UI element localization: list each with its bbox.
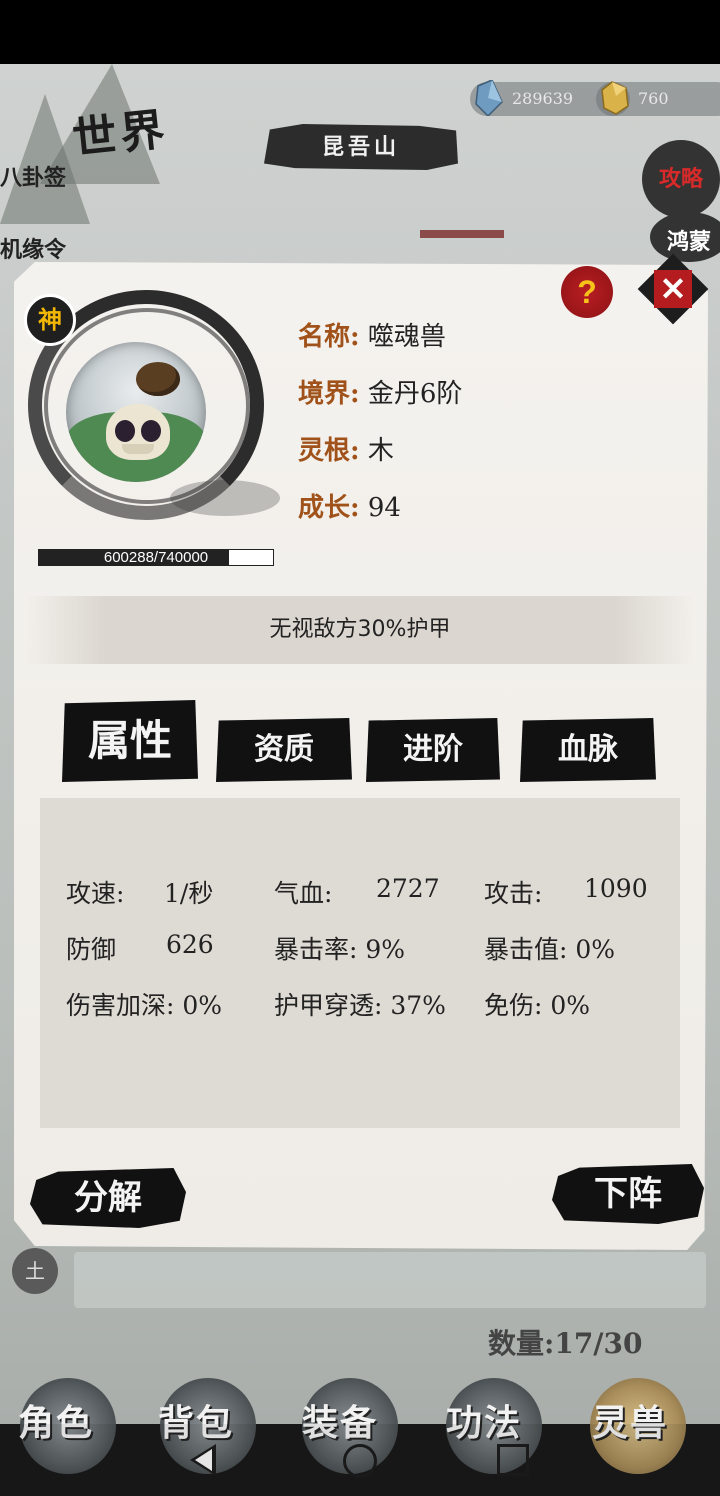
tab-attributes[interactable]: 属性 [62,700,198,782]
hongmeng-button[interactable]: 鸿蒙 [650,212,720,262]
attr-label: 气血: [274,879,333,908]
attr-value: 626 [166,930,214,959]
info-spirit-root: 灵根: 木 [298,430,394,467]
skill-description: 无视敌方30%护甲 [269,617,451,642]
skull-icon [106,404,170,460]
tab-aptitude[interactable]: 资质 [216,718,352,782]
attr-label: 防御 [66,935,117,964]
banner-decoration [420,230,504,238]
attr-label: 攻速: [66,879,125,908]
info-growth: 成长: 94 [298,487,401,524]
back-icon[interactable] [190,1444,216,1476]
tier-badge: 神 [24,294,76,346]
pet-avatar [66,342,206,482]
attr-label: 攻击: [484,879,543,908]
crystal-count: 289639 [512,89,574,108]
pot-icon [136,362,180,396]
gold-count: 760 [638,89,669,108]
gold-ingot-icon [601,81,629,115]
help-button[interactable]: ? [561,266,613,318]
decompose-button[interactable]: 分解 [30,1168,186,1228]
home-icon[interactable] [343,1444,377,1478]
unequip-button[interactable]: 下阵 [552,1164,704,1224]
currency-gold: 760 [596,81,720,116]
info-key: 成长: [298,493,360,523]
close-icon: ✕ [654,270,692,308]
attr-item: 护甲穿透: 37% [274,991,446,1020]
world-title: 世界 [70,104,171,165]
skill-band: 无视敌方30%护甲 [26,596,694,664]
status-bar [0,0,720,64]
info-value: 金丹6阶 [367,379,463,409]
info-key: 名称: [298,322,360,352]
crystal-icon [475,80,503,116]
attr-value: 1/秒 [164,879,214,908]
exp-text: 600288/740000 [103,549,209,566]
pet-count: 数量:17/30 [488,1327,643,1360]
location-banner: 昆吾山 [264,124,458,170]
exp-bar: 600288/740000 [38,549,274,566]
info-key: 境界: [298,379,360,409]
info-key: 灵根: [298,436,360,466]
tab-advance[interactable]: 进阶 [366,718,500,782]
attr-value: 1090 [584,874,648,903]
tab-bloodline[interactable]: 血脉 [520,718,656,782]
guide-button[interactable]: 攻略 [642,140,720,218]
side-menu-bagua[interactable]: 八卦签 [0,160,66,192]
attr-item: 暴击率: 9% [274,935,406,964]
info-value: 木 [367,436,394,466]
recent-apps-icon[interactable] [497,1444,529,1476]
attr-item: 暴击值: 0% [484,935,616,964]
pet-list-panel [74,1252,706,1308]
side-menu-jiyuan[interactable]: 机缘令 [0,232,66,264]
attr-item: 伤害加深: 0% [66,991,223,1020]
info-value: 94 [367,493,401,523]
attr-value: 2727 [376,874,440,903]
info-realm: 境界: 金丹6阶 [298,373,462,410]
info-value: 噬魂兽 [367,322,446,352]
attr-item: 免伤: 0% [484,991,591,1020]
info-name: 名称: 噬魂兽 [298,316,446,353]
element-badge: 土 [12,1248,58,1294]
